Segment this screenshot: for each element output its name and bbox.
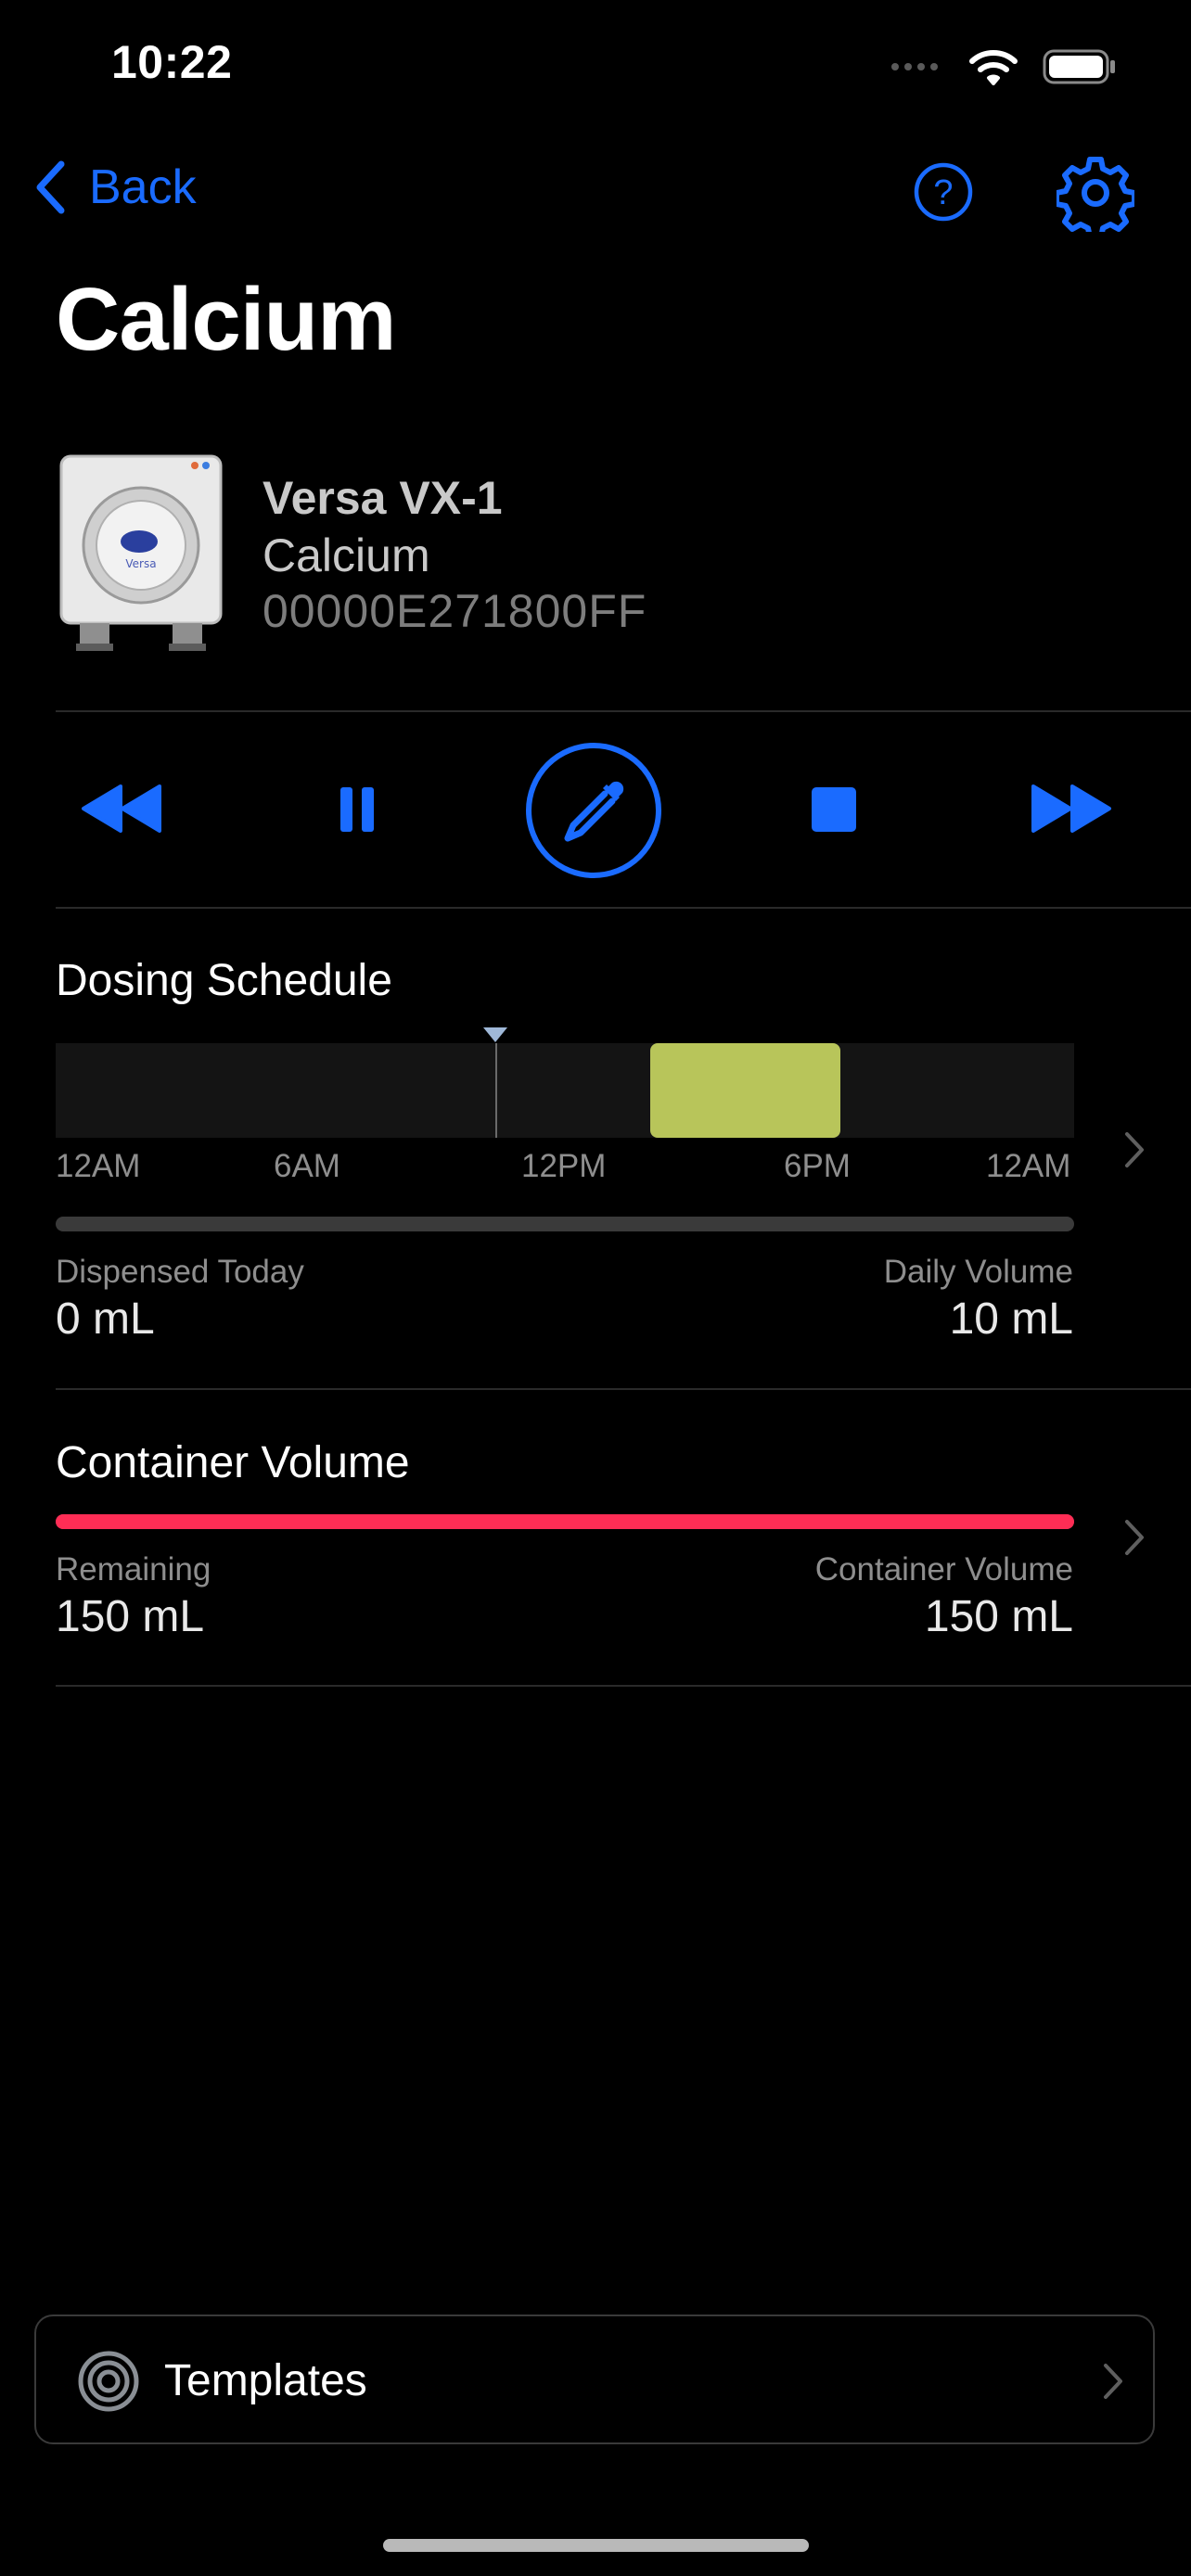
tick-label: 12AM [986,1148,1071,1184]
signal-icon [891,63,938,70]
tick-label: 6PM [784,1148,851,1184]
back-label: Back [89,160,197,214]
tick-label: 12PM [521,1148,607,1184]
status-time: 10:22 [111,36,233,88]
current-time-line [495,1043,498,1138]
tick-label: 6AM [274,1148,340,1184]
tick-label: 12AM [56,1148,141,1184]
container-volume-title: Container Volume [56,1438,410,1487]
chevron-right-icon [1104,2364,1122,2399]
dispensed-progress-track [56,1217,1074,1231]
daily-volume-value: 10 mL [949,1294,1073,1344]
divider [56,1685,1191,1687]
device-serial: 00000E271800FF [263,585,647,637]
wifi-icon [969,50,1018,85]
prime-dropper-button[interactable] [525,742,662,879]
container-volume-fill [56,1514,1074,1529]
dropper-icon [564,781,624,842]
target-icon [78,2351,139,2412]
dispensed-today-label: Dispensed Today [56,1254,304,1290]
settings-button[interactable] [1057,154,1134,232]
remaining-value: 150 mL [56,1592,205,1641]
rewind-button[interactable] [80,784,163,833]
stop-button[interactable] [810,785,858,834]
chevron-right-icon [1125,1520,1144,1555]
pause-button[interactable] [339,785,376,834]
templates-label: Templates [164,2356,367,2405]
divider [56,710,1191,712]
chevron-left-icon [36,160,65,214]
battery-icon [1043,49,1115,84]
dispensed-today-value: 0 mL [56,1294,155,1344]
daily-volume-label: Daily Volume [883,1254,1073,1290]
device-brand-text: Versa [125,557,156,570]
home-indicator[interactable] [383,2539,809,2552]
templates-button[interactable]: Templates [34,2315,1155,2444]
container-volume-label: Container Volume [814,1551,1073,1588]
help-button[interactable]: ? [913,161,974,223]
back-button[interactable]: Back [33,159,197,215]
fast-forward-button[interactable] [1030,784,1113,833]
remaining-label: Remaining [56,1551,211,1588]
device-additive: Calcium [263,529,430,581]
page-title: Calcium [56,270,396,369]
schedule-timeline [56,1043,1074,1138]
divider [56,1388,1191,1390]
current-time-marker-icon [483,1027,507,1042]
container-volume-value: 150 mL [924,1592,1073,1641]
chevron-right-icon [1125,1132,1144,1167]
divider [56,907,1191,909]
svg-text:?: ? [933,173,953,212]
dose-window [649,1043,841,1138]
device-name: Versa VX-1 [263,472,503,524]
status-icons [890,48,1117,85]
dosing-schedule-title: Dosing Schedule [56,956,392,1005]
device-image: Versa [59,454,223,651]
container-volume-track [56,1514,1074,1529]
